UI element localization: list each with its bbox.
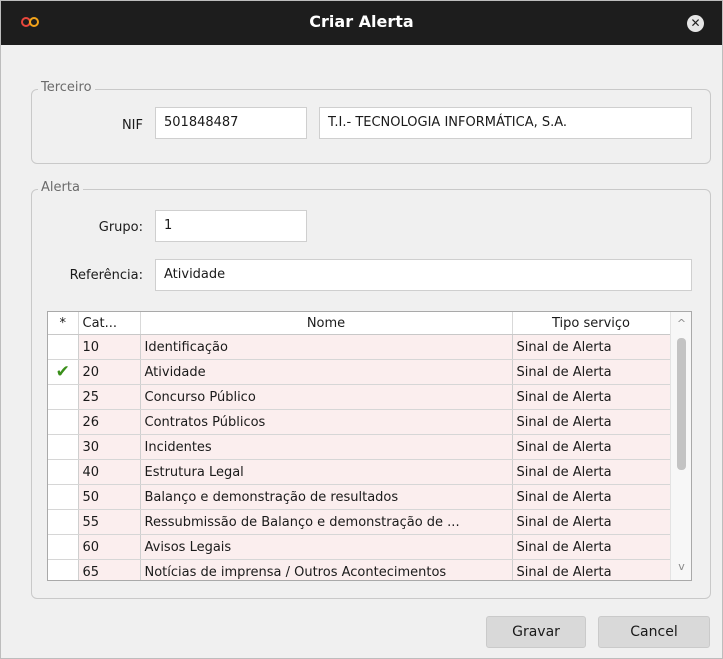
row-indicator[interactable] bbox=[48, 559, 79, 580]
row-indicator[interactable] bbox=[48, 409, 79, 435]
cell-nome[interactable]: Incidentes bbox=[140, 434, 513, 460]
table-row[interactable]: 10 Identificação Sinal de Alerta bbox=[48, 334, 671, 360]
cell-tipo-servico[interactable]: Sinal de Alerta bbox=[512, 559, 671, 580]
scroll-up-icon[interactable]: ^ bbox=[671, 317, 691, 330]
row-indicator[interactable] bbox=[48, 384, 79, 410]
cell-categoria[interactable]: 20 bbox=[78, 359, 141, 385]
table-row[interactable]: 26 Contratos Públicos Sinal de Alerta bbox=[48, 409, 671, 435]
cell-tipo-servico[interactable]: Sinal de Alerta bbox=[512, 409, 671, 435]
terceiro-legend: Terceiro bbox=[38, 80, 95, 95]
row-indicator[interactable] bbox=[48, 434, 79, 460]
cell-nome[interactable]: Atividade bbox=[140, 359, 513, 385]
alerta-legend: Alerta bbox=[38, 180, 83, 195]
cell-tipo-servico[interactable]: Sinal de Alerta bbox=[512, 459, 671, 485]
row-indicator[interactable] bbox=[48, 334, 79, 360]
nif-field[interactable]: 501848487 bbox=[155, 107, 307, 139]
table-row[interactable]: 25 Concurso Público Sinal de Alerta bbox=[48, 384, 671, 410]
table-row[interactable]: 65 Notícias de imprensa / Outros Aconteci… bbox=[48, 559, 671, 580]
header-indicator[interactable]: * bbox=[48, 312, 79, 335]
categories-table: * Cat... Nome Tipo serviço 10 Identificaç… bbox=[48, 312, 671, 580]
checkmark-icon[interactable]: ✔ bbox=[48, 359, 79, 385]
table-header-row: * Cat... Nome Tipo serviço bbox=[48, 312, 671, 335]
cell-tipo-servico[interactable]: Sinal de Alerta bbox=[512, 334, 671, 360]
row-indicator[interactable] bbox=[48, 484, 79, 510]
cell-tipo-servico[interactable]: Sinal de Alerta bbox=[512, 384, 671, 410]
cell-categoria[interactable]: 50 bbox=[78, 484, 141, 510]
table-row[interactable]: 40 Estrutura Legal Sinal de Alerta bbox=[48, 459, 671, 485]
gravar-button[interactable]: Gravar bbox=[486, 616, 586, 648]
grid-vertical-scrollbar[interactable]: ^ v bbox=[670, 312, 691, 580]
cell-nome[interactable]: Contratos Públicos bbox=[140, 409, 513, 435]
cell-tipo-servico[interactable]: Sinal de Alerta bbox=[512, 509, 671, 535]
table-row[interactable]: 50 Balanço e demonstração de resultados Si… bbox=[48, 484, 671, 510]
row-indicator[interactable] bbox=[48, 509, 79, 535]
table-row[interactable]: 55 Ressubmissão de Balanço e demonstração… bbox=[48, 509, 671, 535]
cell-nome[interactable]: Notícias de imprensa / Outros Acontecime… bbox=[140, 559, 513, 580]
scroll-down-icon[interactable]: v bbox=[671, 560, 691, 573]
title-bar[interactable]: Criar Alerta ✕ bbox=[1, 1, 722, 45]
cell-tipo-servico[interactable]: Sinal de Alerta bbox=[512, 359, 671, 385]
cell-tipo-servico[interactable]: Sinal de Alerta bbox=[512, 484, 671, 510]
header-categoria[interactable]: Cat... bbox=[78, 312, 141, 335]
cell-nome[interactable]: Balanço e demonstração de resultados bbox=[140, 484, 513, 510]
nif-label: NIF bbox=[121, 118, 143, 133]
referencia-label: Referência: bbox=[69, 268, 143, 283]
header-nome[interactable]: Nome bbox=[140, 312, 513, 335]
referencia-field[interactable]: Atividade bbox=[155, 259, 692, 291]
table-row[interactable]: 30 Incidentes Sinal de Alerta bbox=[48, 434, 671, 460]
row-indicator[interactable] bbox=[48, 459, 79, 485]
cell-categoria[interactable]: 26 bbox=[78, 409, 141, 435]
cell-categoria[interactable]: 55 bbox=[78, 509, 141, 535]
cell-categoria[interactable]: 25 bbox=[78, 384, 141, 410]
cell-nome[interactable]: Estrutura Legal bbox=[140, 459, 513, 485]
close-icon[interactable]: ✕ bbox=[687, 15, 704, 32]
dialog-title: Criar Alerta bbox=[309, 12, 414, 31]
cell-categoria[interactable]: 10 bbox=[78, 334, 141, 360]
categories-grid[interactable]: * Cat... Nome Tipo serviço 10 Identificaç… bbox=[47, 311, 692, 581]
cell-nome[interactable]: Identificação bbox=[140, 334, 513, 360]
cell-categoria[interactable]: 30 bbox=[78, 434, 141, 460]
cell-nome[interactable]: Avisos Legais bbox=[140, 534, 513, 560]
cell-categoria[interactable]: 65 bbox=[78, 559, 141, 580]
grupo-field[interactable]: 1 bbox=[155, 210, 307, 242]
criar-alerta-dialog: Criar Alerta ✕ Terceiro NIF 501848487 T.… bbox=[0, 0, 723, 659]
cancel-button[interactable]: Cancel bbox=[598, 616, 710, 648]
cell-nome[interactable]: Ressubmissão de Balanço e demonstração d… bbox=[140, 509, 513, 535]
cell-tipo-servico[interactable]: Sinal de Alerta bbox=[512, 534, 671, 560]
table-row[interactable]: 60 Avisos Legais Sinal de Alerta bbox=[48, 534, 671, 560]
scrollbar-thumb[interactable] bbox=[677, 338, 686, 470]
cell-categoria[interactable]: 40 bbox=[78, 459, 141, 485]
cell-nome[interactable]: Concurso Público bbox=[140, 384, 513, 410]
row-indicator[interactable] bbox=[48, 534, 79, 560]
grupo-label: Grupo: bbox=[98, 220, 143, 235]
header-tipo-servico[interactable]: Tipo serviço bbox=[512, 312, 671, 335]
cell-tipo-servico[interactable]: Sinal de Alerta bbox=[512, 434, 671, 460]
table-row[interactable]: ✔ 20 Atividade Sinal de Alerta bbox=[48, 359, 671, 385]
cell-categoria[interactable]: 60 bbox=[78, 534, 141, 560]
third-party-name-field[interactable]: T.I.- TECNOLOGIA INFORMÁTICA, S.A. bbox=[319, 107, 692, 139]
